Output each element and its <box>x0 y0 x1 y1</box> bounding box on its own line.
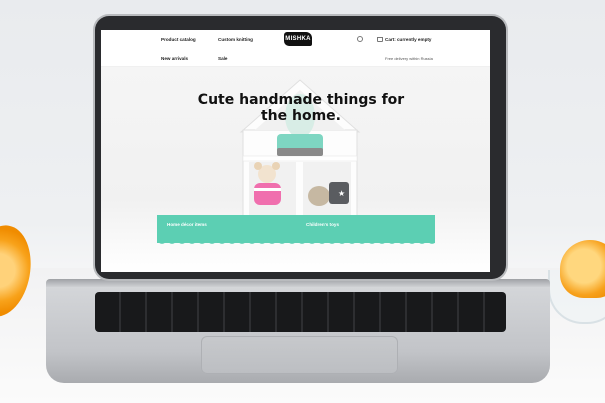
laptop-trackpad <box>201 336 398 374</box>
laptop-hinge <box>46 279 550 287</box>
page-title: Cute handmade things for the home. <box>197 92 405 124</box>
category-band-wave <box>157 239 435 247</box>
cart-icon[interactable] <box>377 37 383 42</box>
nav-new-arrivals[interactable]: New arrivals <box>161 56 188 61</box>
search-icon[interactable] <box>357 36 363 42</box>
svg-text:★: ★ <box>338 189 345 198</box>
category-childrens-toys[interactable]: Children's toys <box>306 222 346 228</box>
nav-product-catalog[interactable]: Product catalog <box>161 37 196 42</box>
delivery-note: Free delivery within Russia <box>385 56 433 61</box>
category-home-decor[interactable]: Home décor items <box>167 222 207 228</box>
logo[interactable]: MISHKA <box>284 32 312 46</box>
laptop-keyboard <box>95 292 506 332</box>
nav-custom-knitting[interactable]: Custom knitting <box>218 37 253 42</box>
orange-slice-right <box>560 240 605 298</box>
site-navigation: Product catalog Custom knitting MISHKA C… <box>101 30 490 67</box>
nav-cart[interactable]: Cart: currently empty <box>385 37 431 42</box>
laptop-screen: Product catalog Custom knitting MISHKA C… <box>101 30 490 272</box>
nav-sale[interactable]: Sale <box>218 56 227 61</box>
